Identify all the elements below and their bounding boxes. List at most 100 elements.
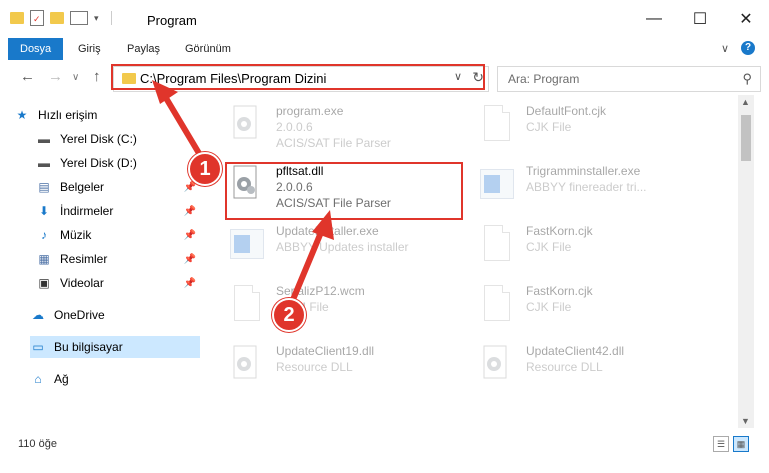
pin-icon[interactable]: 📌 [184, 230, 196, 241]
pin-icon[interactable]: 📌 [184, 182, 196, 193]
pin-icon[interactable]: 📌 [184, 254, 196, 265]
sidebar-item-onedrive[interactable]: ☁ OneDrive [30, 304, 200, 326]
back-button[interactable]: ← [20, 68, 35, 85]
properties-icon[interactable]: ✓ [30, 10, 44, 26]
file-type: Resource DLL [276, 360, 353, 374]
computer-icon: ▭ [32, 340, 44, 354]
tab-gorunum[interactable]: Görünüm [173, 38, 243, 60]
document-icon [234, 285, 260, 321]
address-highlight-box [111, 64, 485, 90]
minimize-button[interactable]: — [631, 0, 677, 38]
window-title: Program [147, 13, 197, 28]
sidebar-item-downloads[interactable]: ⬇ İndirmeler 📌 [36, 200, 200, 222]
details-view-icon[interactable]: ☰ [713, 436, 729, 452]
onedrive-icon: ☁ [32, 308, 44, 322]
network-icon: ⌂ [34, 372, 42, 386]
tab-paylas[interactable]: Paylaş [115, 38, 172, 60]
documents-icon: ▤ [38, 180, 50, 194]
gear-file-icon [482, 345, 510, 381]
sidebar-item-pictures[interactable]: ▦ Resimler 📌 [36, 248, 200, 270]
sidebar-item-videos[interactable]: ▣ Videolar 📌 [36, 272, 200, 294]
tab-giris[interactable]: Giriş [66, 38, 113, 60]
drive-icon: ▬ [38, 132, 50, 146]
sidebar-item-music[interactable]: ♪ Müzik 📌 [36, 224, 200, 246]
file-item[interactable]: program.exe 2.0.0.6 ACIS/SAT File Parser [222, 99, 462, 153]
pictures-icon: ▦ [38, 252, 50, 266]
search-input[interactable]: Ara: Program ⚲ [497, 66, 761, 92]
status-bar: 110 öğe ☰ ▦ [0, 433, 769, 455]
step-badge-2: 2 [272, 298, 306, 332]
file-version: 2.0.0.6 [276, 120, 313, 134]
videos-icon: ▣ [38, 276, 50, 290]
forward-button[interactable]: → [48, 68, 63, 85]
file-name: UpdateClient19.dll [276, 344, 375, 358]
file-name: FastKorn.cjk [526, 224, 593, 238]
file-item[interactable]: UpdateClient42.dll Resource DLL [472, 339, 712, 393]
file-item[interactable]: Trigramminstaller.exe ABBYY finereader t… [472, 159, 712, 213]
navigation-pane: ★ Hızlı erişim ▬ Yerel Disk (C:) ▬ Yerel… [0, 100, 205, 430]
file-item[interactable]: UpdateInstaller.exe ABBYY Updates instal… [222, 219, 462, 273]
new-folder-icon[interactable] [50, 12, 64, 24]
title-bar: ✓ ▾ Program — ☐ ✕ [0, 0, 769, 38]
sidebar-item-disk-c[interactable]: ▬ Yerel Disk (C:) [36, 128, 200, 150]
folder-icon [10, 12, 24, 24]
close-button[interactable]: ✕ [723, 0, 769, 38]
up-button[interactable]: ↑ [93, 68, 101, 85]
installer-icon [230, 229, 264, 259]
sidebar-item-label: Hızlı erişim [38, 108, 98, 122]
sidebar-item-disk-d[interactable]: ▬ Yerel Disk (D:) [36, 152, 200, 174]
file-item[interactable]: UpdateClient19.dll Resource DLL [222, 339, 462, 393]
file-item[interactable]: FastKorn.cjk CJK File [472, 219, 712, 273]
sidebar-item-documents[interactable]: ▤ Belgeler 📌 [36, 176, 200, 198]
sidebar-item-label: Resimler [60, 252, 108, 266]
sidebar-item-label: İndirmeler [60, 204, 114, 218]
file-item[interactable]: DefaultFont.cjk CJK File [472, 99, 712, 153]
tab-dosya[interactable]: Dosya [8, 38, 64, 60]
file-item[interactable]: FastKorn.cjk CJK File [472, 279, 712, 333]
search-placeholder: Ara: Program [508, 72, 580, 86]
pin-icon[interactable]: 📌 [184, 278, 196, 289]
file-type: CJK File [526, 300, 572, 314]
expand-ribbon-icon[interactable]: ∨ [721, 42, 729, 55]
file-name: UpdateClient42.dll [526, 344, 625, 358]
file-type: CJK File [526, 240, 572, 254]
drive-icon: ▬ [38, 156, 50, 170]
search-icon[interactable]: ⚲ [742, 71, 752, 87]
window-controls: — ☐ ✕ [631, 0, 769, 38]
scroll-up-icon[interactable]: ▲ [741, 97, 750, 107]
sidebar-item-quick-access[interactable]: ★ Hızlı erişim [14, 104, 214, 126]
maximize-button[interactable]: ☐ [677, 0, 723, 38]
chevron-down-icon[interactable]: ▾ [94, 13, 99, 24]
file-type: Resource DLL [526, 360, 603, 374]
file-name: program.exe [276, 104, 344, 118]
installer-icon [480, 169, 514, 199]
file-name: Trigramminstaller.exe [526, 164, 641, 178]
file-description: ABBYY Updates installer [276, 240, 409, 254]
gear-file-icon [232, 105, 260, 141]
recent-locations-button[interactable]: ∨ [72, 72, 79, 83]
sidebar-item-this-pc[interactable]: ▭ Bu bilgisayar [30, 336, 200, 358]
gear-file-icon [232, 345, 260, 381]
sidebar-item-network[interactable]: ⌂ Ağ [30, 368, 200, 390]
document-icon [484, 225, 510, 261]
sidebar-item-label: OneDrive [54, 308, 105, 322]
file-name: FastKorn.cjk [526, 284, 593, 298]
ribbon-tabs: Dosya Giriş Paylaş Görünüm ∨ ? [0, 38, 769, 60]
tiles-view-icon[interactable]: ▦ [733, 436, 749, 452]
file-item[interactable]: SerializP12.wcm WCM File [222, 279, 462, 333]
file-name: DefaultFont.cjk [526, 104, 607, 118]
pin-icon[interactable]: 📌 [184, 206, 196, 217]
scroll-down-icon[interactable]: ▼ [741, 416, 750, 426]
scrollbar-thumb[interactable] [741, 115, 751, 161]
bottom-strip [0, 455, 769, 473]
view-toggle-icon[interactable] [70, 11, 88, 25]
sidebar-item-label: Ağ [54, 372, 69, 386]
star-icon: ★ [16, 108, 28, 122]
vertical-scrollbar[interactable]: ▲ ▼ [738, 95, 754, 428]
file-name: UpdateInstaller.exe [276, 224, 379, 238]
document-icon [484, 105, 510, 141]
file-description: ABBYY finereader tri... [526, 180, 647, 194]
file-description: ACIS/SAT File Parser [276, 136, 391, 150]
sidebar-item-label: Müzik [60, 228, 92, 242]
help-icon[interactable]: ? [741, 41, 755, 55]
